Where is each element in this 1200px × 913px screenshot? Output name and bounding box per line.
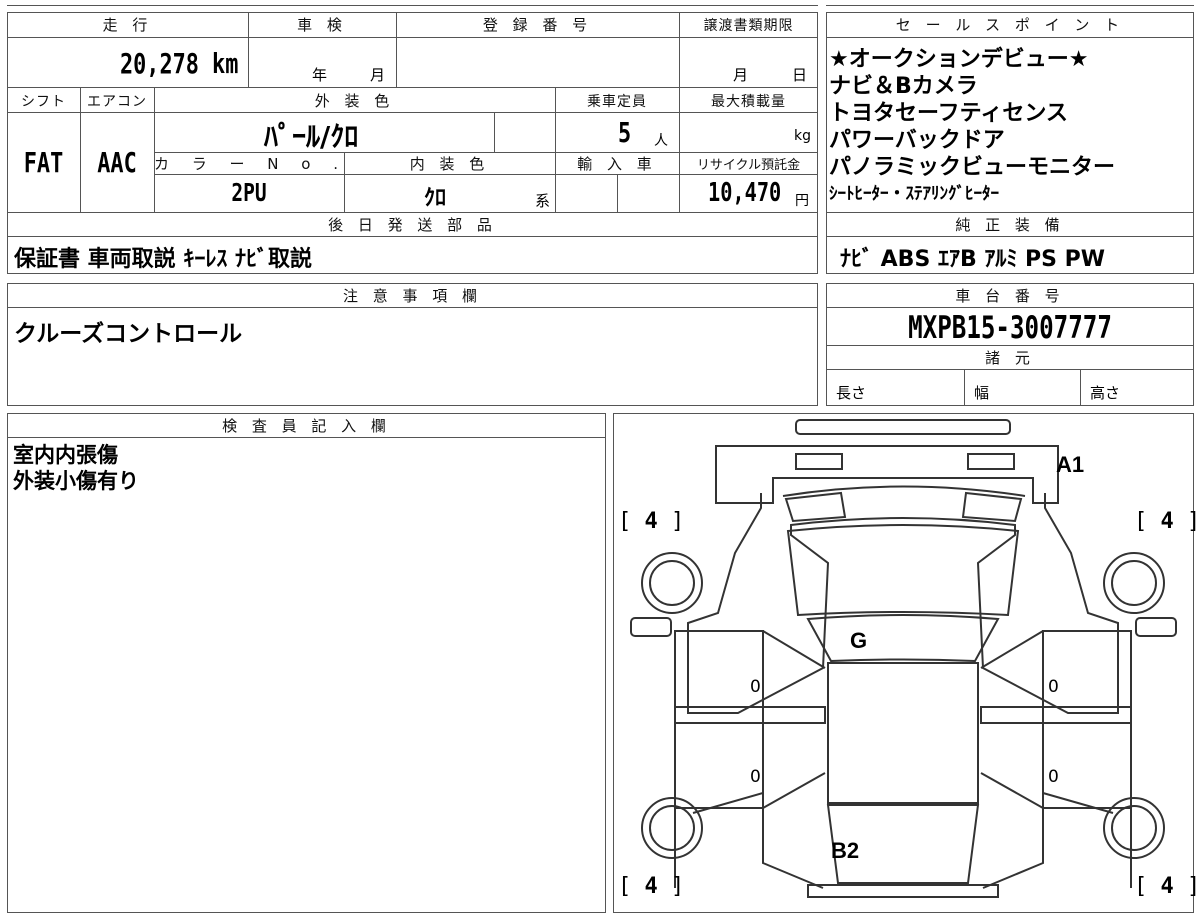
inspector-notes: 室内内張傷 外装小傷有り bbox=[13, 442, 139, 494]
rear-lamp-right bbox=[967, 453, 1015, 470]
chassis-number-label: 車 台 番 号 bbox=[955, 287, 1065, 305]
aircon-value: AAC bbox=[97, 146, 137, 179]
sales-points-label: セ ー ル ス ポ イ ン ト bbox=[895, 16, 1125, 34]
capacity-unit: 人 bbox=[654, 133, 668, 149]
recycle-fee-value: 10,470 bbox=[708, 178, 782, 208]
notes-label: 注 意 事 項 欄 bbox=[342, 287, 483, 305]
damage-mark-rear-roof: A1 bbox=[1056, 452, 1085, 477]
width-label: 幅 bbox=[974, 384, 990, 402]
inspector-line: 室内内張傷 bbox=[13, 443, 118, 467]
car-diagram bbox=[630, 419, 1177, 898]
imported-label: 輸 入 車 bbox=[577, 155, 657, 173]
mileage-value: 20,278 km bbox=[120, 47, 239, 80]
windshield bbox=[806, 614, 1000, 663]
later-parts-value: 保証書 車両取説 ｷｰﾚｽ ﾅﾋﾞ取説 bbox=[14, 247, 312, 272]
inspector-label: 検 査 員 記 入 欄 bbox=[222, 417, 391, 435]
aircon-label: エアコン bbox=[87, 94, 147, 110]
later-parts-label: 後 日 発 送 部 品 bbox=[328, 216, 497, 234]
damage-mark-left-front-door: 0 bbox=[750, 677, 761, 697]
capacity-value: 5 bbox=[618, 116, 632, 149]
inspection-month-unit: 月 bbox=[370, 66, 386, 84]
capacity-label: 乗車定員 bbox=[587, 94, 647, 110]
sales-points-list: ★オークションデビュー★ ナビ＆Bカメラ トヨタセーフティセンス パワーバックド… bbox=[829, 46, 1191, 208]
tire-tread-rear-right: [ 4 ] bbox=[1134, 509, 1200, 534]
damage-mark-left-rear-door: 0 bbox=[750, 767, 761, 787]
recycle-fee-unit: 円 bbox=[795, 193, 809, 209]
shift-label: シフト bbox=[21, 94, 66, 110]
sales-point-item: ｼｰﾄﾋｰﾀｰ・ｽﾃｱﾘﾝｸﾞﾋｰﾀｰ bbox=[829, 184, 999, 204]
genuine-equipment-label: 純 正 装 備 bbox=[955, 216, 1065, 234]
transfer-deadline-label: 譲渡書類期限 bbox=[703, 18, 794, 34]
inspection-year-unit: 年 bbox=[312, 66, 328, 84]
damage-mark-right-rear-door: 0 bbox=[1048, 767, 1059, 787]
max-load-label: 最大積載量 bbox=[711, 94, 786, 110]
damage-mark-windshield: G bbox=[850, 628, 868, 653]
left-rear-door bbox=[674, 722, 764, 809]
color-number-value: 2PU bbox=[231, 178, 267, 207]
inspection-label: 車 検 bbox=[297, 16, 347, 34]
tire-tread-front-left: [ 4 ] bbox=[618, 874, 685, 899]
cabin bbox=[827, 662, 979, 804]
inspector-line: 外装小傷有り bbox=[13, 469, 139, 493]
left-mirror bbox=[630, 617, 672, 637]
front-bumper bbox=[807, 884, 999, 898]
shift-value: FAT bbox=[23, 146, 64, 179]
right-rear-door bbox=[1042, 722, 1132, 809]
color-number-label: カ ラ ー N o . bbox=[154, 155, 348, 173]
interior-color-suffix: 系 bbox=[535, 192, 551, 210]
damage-mark-hood: B2 bbox=[831, 838, 860, 863]
top-edge-remnant-right bbox=[826, 0, 1194, 6]
specs-label: 諸 元 bbox=[985, 349, 1035, 367]
rear-lamp-left bbox=[795, 453, 843, 470]
recycle-fee-label: リサイクル預託金 bbox=[696, 158, 801, 173]
sales-point-item: トヨタセーフティセンス bbox=[829, 101, 1068, 126]
rear-spoiler bbox=[795, 419, 1011, 435]
rear-glass-right bbox=[961, 491, 1023, 523]
roof-panel bbox=[786, 524, 1020, 617]
max-load-unit: kg bbox=[794, 128, 811, 144]
exterior-color-value: ﾊﾟｰﾙ/ｸﾛ bbox=[264, 120, 359, 153]
right-mirror bbox=[1135, 617, 1177, 637]
mileage-label: 走 行 bbox=[102, 16, 153, 34]
notes-value: クルーズコントロール bbox=[14, 321, 243, 347]
tire-tread-front-right: [ 4 ] bbox=[1134, 874, 1200, 899]
rear-glass-left bbox=[784, 491, 847, 523]
damage-mark-right-front-door: 0 bbox=[1048, 677, 1059, 697]
genuine-equipment-value: ﾅﾋﾞ ABS ｴｱB ｱﾙﾐ PS PW bbox=[840, 247, 1106, 272]
sales-point-item: パワーバックドア bbox=[829, 128, 1005, 153]
tire-tread-rear-left: [ 4 ] bbox=[618, 509, 685, 534]
length-label: 長さ bbox=[836, 384, 867, 402]
sales-point-item: パノラミックビューモニター bbox=[829, 155, 1116, 180]
height-label: 高さ bbox=[1090, 384, 1121, 402]
deadline-month-unit: 月 bbox=[733, 66, 749, 84]
top-edge-remnant bbox=[7, 0, 818, 6]
interior-color-value: ｸﾛ bbox=[424, 186, 447, 211]
registration-number-label: 登 録 番 号 bbox=[482, 16, 593, 34]
exterior-color-label: 外 装 色 bbox=[314, 92, 395, 110]
chassis-number-value: MXPB15-3007777 bbox=[908, 310, 1112, 346]
deadline-day-unit: 日 bbox=[792, 66, 808, 84]
sales-point-item: ナビ＆Bカメラ bbox=[829, 74, 978, 99]
interior-color-label: 内 装 色 bbox=[409, 155, 490, 173]
sales-point-item: ★オークションデビュー★ bbox=[829, 47, 1089, 72]
